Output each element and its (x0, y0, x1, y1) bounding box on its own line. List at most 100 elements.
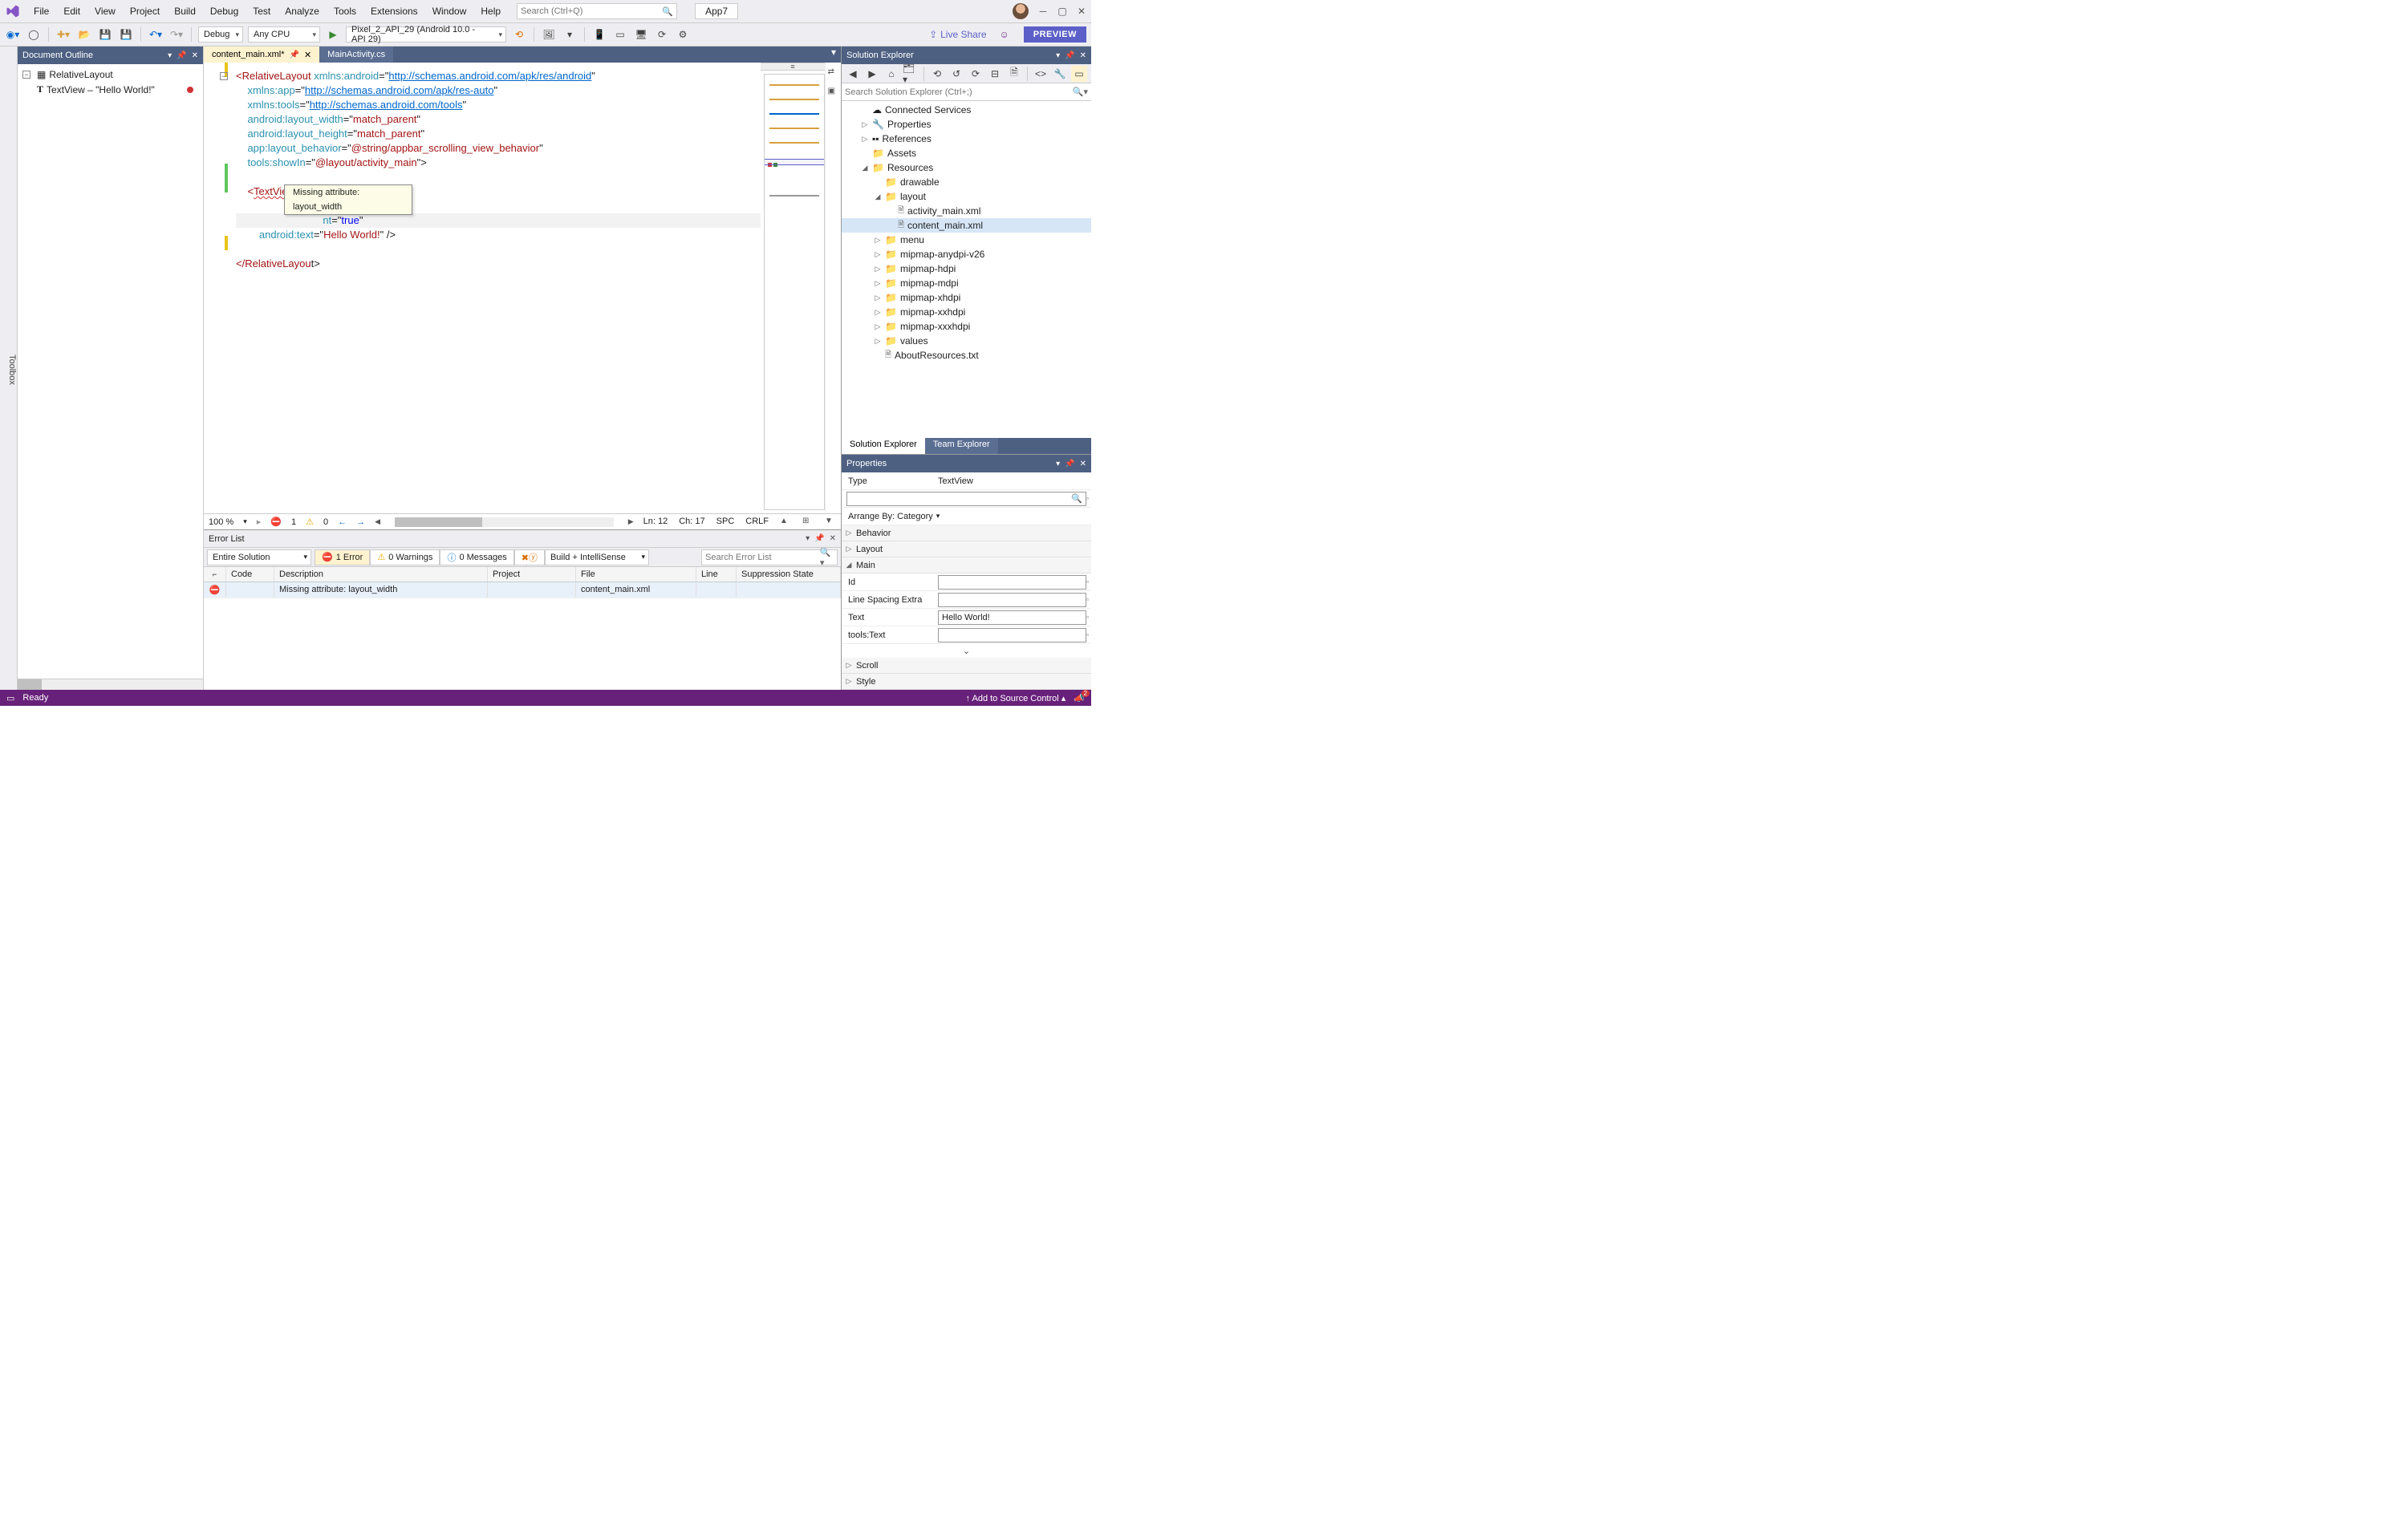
back-icon[interactable]: ◀ (845, 66, 861, 82)
quick-launch-input[interactable] (521, 6, 662, 16)
panel-pin-icon[interactable]: 📌 (814, 534, 824, 543)
split-icon[interactable]: ⊞ (802, 517, 814, 528)
collapse-icon[interactable]: − (22, 71, 30, 79)
panel-pin-icon[interactable]: 📌 (177, 51, 186, 60)
preview-selected-icon[interactable]: ▭ (1071, 66, 1087, 82)
panel-pin-icon[interactable]: 📌 (1065, 51, 1074, 60)
toolbox-rail[interactable]: Toolbox (0, 47, 18, 690)
errors-pill[interactable]: ⛔1 Error (315, 549, 370, 565)
source-control-button[interactable]: ↑ Add to Source Control ▴ (966, 693, 1066, 703)
messages-pill[interactable]: ⓘ0 Messages (440, 549, 513, 565)
error-scope-combo[interactable]: Entire Solution (207, 549, 311, 565)
filter-toggle[interactable]: ✖ⓨ (514, 549, 545, 565)
vscroll-down-icon[interactable]: ▼ (825, 517, 836, 528)
user-avatar[interactable] (1013, 3, 1029, 19)
open-icon[interactable]: 📂 (76, 26, 92, 43)
nav-fwd-icon[interactable]: ◯ (26, 26, 42, 43)
run-target-combo[interactable]: Pixel_2_API_29 (Android 10.0 - API 29) (346, 26, 506, 43)
redo-icon[interactable]: ↷▾ (168, 26, 185, 43)
node-content-main[interactable]: 🗎content_main.xml (842, 218, 1091, 233)
menu-project[interactable]: Project (124, 3, 166, 19)
device-phone-icon[interactable]: 📱 (591, 26, 607, 43)
col-description[interactable]: Description (274, 567, 488, 582)
prop-text-input[interactable]: Hello World! (938, 610, 1086, 625)
warning-count-icon[interactable]: ⚠ (306, 517, 314, 527)
prop-search-row[interactable]: 🔍 (842, 490, 1091, 508)
quick-launch[interactable]: 🔍 (517, 3, 677, 19)
live-share-button[interactable]: ⇪Live Share (929, 29, 986, 40)
node-drawable[interactable]: 📁drawable (842, 175, 1091, 189)
menu-analyze[interactable]: Analyze (278, 3, 326, 19)
close-icon[interactable]: ✕ (1077, 6, 1086, 16)
run-icon[interactable]: ▶ (325, 26, 341, 43)
chevron-down-icon[interactable]: ▾ (562, 26, 578, 43)
col-file[interactable]: File (576, 567, 696, 582)
line-endings[interactable]: CRLF (745, 517, 769, 528)
node-activity-main[interactable]: 🗎activity_main.xml (842, 204, 1091, 218)
feedback-icon[interactable]: ☺ (1000, 29, 1009, 40)
view-code-icon[interactable]: <> (1033, 66, 1049, 82)
col-icon[interactable]: ⌐ (204, 567, 226, 582)
prop-tools-text-input[interactable] (938, 628, 1086, 642)
home-icon[interactable]: ⌂ (883, 66, 899, 82)
cat-scroll[interactable]: ▷Scroll (842, 658, 1091, 674)
node-mipmap-xxxhdpi[interactable]: ▷📁mipmap-xxxhdpi (842, 319, 1091, 334)
tab-mainactivity[interactable]: MainActivity.cs (319, 47, 393, 63)
collapse-all-icon[interactable]: ⊟ (987, 66, 1003, 82)
refresh-icon[interactable]: ⟳ (968, 66, 984, 82)
node-menu[interactable]: ▷📁menu (842, 233, 1091, 247)
hscroll-left-icon[interactable]: ◀ (375, 517, 380, 526)
menu-test[interactable]: Test (246, 3, 277, 19)
output-icon[interactable]: ▭ (6, 693, 14, 703)
panel-close-icon[interactable]: ✕ (192, 51, 198, 60)
hscroll-right-icon[interactable]: ▶ (628, 517, 634, 526)
fold-icon[interactable]: − (220, 72, 228, 80)
menu-build[interactable]: Build (168, 3, 202, 19)
properties-icon[interactable]: 🔧 (1052, 66, 1068, 82)
build-intellisense-combo[interactable]: Build + IntelliSense (545, 549, 649, 565)
prev-issue-icon[interactable]: ← (338, 517, 347, 527)
tabs-dropdown-icon[interactable]: ▾ (826, 47, 841, 63)
col-project[interactable]: Project (488, 567, 576, 582)
platform-combo[interactable]: Any CPU (248, 26, 320, 43)
horizontal-scrollbar[interactable] (18, 679, 203, 690)
panel-close-icon[interactable]: ✕ (1080, 51, 1086, 60)
node-values[interactable]: ▷📁values (842, 334, 1091, 348)
node-about[interactable]: 🗎AboutResources.txt (842, 348, 1091, 363)
tab-close-icon[interactable]: ✕ (304, 50, 311, 60)
menu-view[interactable]: View (88, 3, 122, 19)
menu-window[interactable]: Window (426, 3, 473, 19)
node-mipmap-xxhdpi[interactable]: ▷📁mipmap-xxhdpi (842, 305, 1091, 319)
menu-extensions[interactable]: Extensions (364, 3, 424, 19)
cat-layout[interactable]: ▷Layout (842, 541, 1091, 557)
node-assets[interactable]: 📁Assets (842, 146, 1091, 160)
menu-file[interactable]: File (27, 3, 55, 19)
device-settings-icon[interactable]: ⚙ (675, 26, 691, 43)
cat-main[interactable]: ◢Main (842, 557, 1091, 573)
panel-close-icon[interactable]: ✕ (830, 534, 836, 543)
expand-more-icon[interactable]: ⌄ (842, 644, 1091, 658)
maximize-icon[interactable]: ▢ (1057, 6, 1067, 16)
menu-tools[interactable]: Tools (327, 3, 363, 19)
swap-view-icon[interactable]: ⇄ (828, 67, 839, 79)
col-suppression[interactable]: Suppression State (737, 567, 841, 582)
error-search[interactable]: 🔍▾ (701, 549, 838, 565)
menu-edit[interactable]: Edit (57, 3, 87, 19)
preview-button[interactable]: PREVIEW (1024, 26, 1086, 43)
cat-behavior[interactable]: ▷Behavior (842, 525, 1091, 541)
split-handle[interactable]: ≡ (761, 63, 825, 71)
next-issue-icon[interactable]: → (356, 517, 365, 527)
tab-content-main[interactable]: content_main.xml* 📌 ✕ (204, 47, 319, 63)
config-combo[interactable]: Debug (198, 26, 243, 43)
show-all-icon[interactable]: 🗎 (1006, 66, 1022, 82)
panel-dropdown-icon[interactable]: ▾ (806, 534, 810, 543)
forward-icon[interactable]: ▶ (864, 66, 880, 82)
prop-id-input[interactable] (938, 575, 1086, 590)
minimap[interactable] (764, 74, 825, 510)
notifications-icon[interactable]: 📣2 (1074, 693, 1085, 703)
save-icon[interactable]: 💾 (97, 26, 113, 43)
error-count-icon[interactable]: ⛔ (270, 517, 282, 527)
pending-icon[interactable]: ↺ (948, 66, 964, 82)
menu-help[interactable]: Help (474, 3, 507, 19)
minimize-icon[interactable]: ─ (1038, 6, 1048, 16)
